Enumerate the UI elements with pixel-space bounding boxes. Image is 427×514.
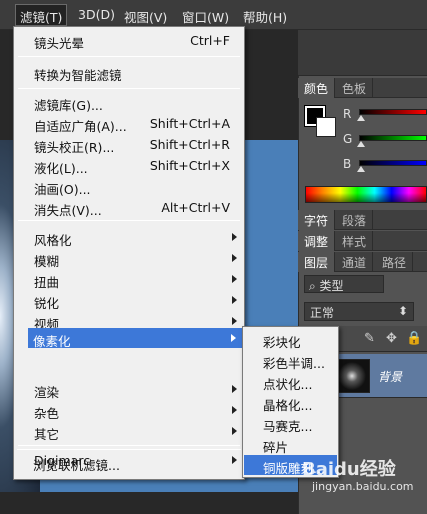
shortcut-last-filter: Ctrl+F bbox=[190, 33, 230, 48]
color-spectrum[interactable] bbox=[305, 186, 427, 203]
menu-separator bbox=[18, 88, 240, 89]
menu-item-blur[interactable]: 模糊 bbox=[34, 251, 59, 270]
tab-channels[interactable]: 通道 bbox=[336, 252, 374, 272]
panel-dock-strip bbox=[298, 30, 427, 76]
submenu-item-crystallize[interactable]: 晶格化... bbox=[263, 395, 312, 414]
filter-menu: 镜头光晕 Ctrl+F 转换为智能滤镜 滤镜库(G)... 自适应广角(A)..… bbox=[13, 26, 245, 480]
shortcut-adaptive-wide: Shift+Ctrl+A bbox=[149, 116, 230, 131]
submenu-arrow-icon bbox=[232, 296, 237, 304]
shortcut-lens-correction: Shift+Ctrl+R bbox=[149, 137, 230, 152]
submenu-arrow-icon bbox=[232, 233, 237, 241]
tab-styles[interactable]: 样式 bbox=[336, 231, 374, 251]
menu-item-last-filter[interactable]: 镜头光晕 bbox=[34, 33, 84, 52]
tab-adjustments[interactable]: 调整 bbox=[298, 231, 336, 251]
menu-separator bbox=[18, 56, 240, 57]
menu-separator bbox=[17, 449, 241, 450]
green-slider[interactable] bbox=[359, 135, 427, 141]
blend-mode-value: 正常 bbox=[310, 306, 335, 320]
menu-item-other[interactable]: 其它 bbox=[34, 424, 59, 443]
channel-r-label: R bbox=[343, 107, 352, 121]
submenu-item-color-halftone[interactable]: 彩色半调... bbox=[263, 353, 325, 372]
blue-slider-thumb[interactable] bbox=[357, 166, 365, 172]
submenu-item-pointillize[interactable]: 点状化... bbox=[263, 374, 312, 393]
tab-paragraph[interactable]: 段落 bbox=[336, 210, 374, 230]
red-slider[interactable] bbox=[359, 109, 427, 115]
adjust-tabs: 调整 样式 bbox=[298, 231, 427, 251]
menu-separator bbox=[18, 220, 240, 221]
menu-separator bbox=[18, 445, 240, 446]
tab-layers[interactable]: 图层 bbox=[298, 252, 336, 272]
watermark-url: jingyan.baidu.com bbox=[312, 480, 414, 493]
channel-b-label: B bbox=[343, 157, 352, 171]
layer-thumbnail bbox=[334, 359, 370, 393]
submenu-arrow-icon bbox=[232, 406, 237, 414]
tab-paths[interactable]: 路径 bbox=[376, 252, 414, 272]
menu-item-distort[interactable]: 扭曲 bbox=[34, 272, 59, 291]
menu-item-oil-paint[interactable]: 油画(O)... bbox=[34, 179, 91, 198]
menu-filter[interactable]: 滤镜(T) bbox=[15, 4, 68, 26]
menu-3d[interactable]: 3D(D) bbox=[78, 7, 115, 22]
menu-item-convert-smart[interactable]: 转换为智能滤镜 bbox=[34, 65, 122, 84]
blue-slider[interactable] bbox=[359, 160, 427, 166]
submenu-arrow-icon bbox=[231, 334, 236, 342]
character-tabs: 字符 段落 bbox=[298, 210, 427, 230]
brush-icon[interactable]: ✎ bbox=[364, 332, 375, 346]
lock-icon[interactable]: 🔒 bbox=[406, 332, 422, 346]
blend-mode-select[interactable]: 正常 ⬍ bbox=[304, 302, 414, 321]
watermark: Baidu经验 jingyan.baidu.com bbox=[302, 455, 422, 505]
menu-item-adaptive-wide[interactable]: 自适应广角(A)... bbox=[34, 116, 127, 135]
layer-name: 背景 bbox=[378, 370, 403, 384]
menu-item-browse-online[interactable]: 浏览联机滤镜... bbox=[33, 455, 120, 474]
search-icon: ⌕ bbox=[309, 279, 320, 293]
shortcut-liquify: Shift+Ctrl+X bbox=[149, 158, 230, 173]
green-slider-thumb[interactable] bbox=[357, 141, 365, 147]
menu-window[interactable]: 窗口(W) bbox=[182, 7, 229, 26]
channel-g-label: G bbox=[343, 132, 353, 146]
submenu-arrow-icon bbox=[232, 275, 237, 283]
tab-character[interactable]: 字符 bbox=[298, 210, 336, 230]
submenu-arrow-icon bbox=[232, 427, 237, 435]
submenu-item-mosaic[interactable]: 马赛克... bbox=[263, 416, 312, 435]
tab-swatches[interactable]: 色板 bbox=[336, 78, 374, 98]
menu-item-vanishing-point[interactable]: 消失点(V)... bbox=[34, 200, 102, 219]
shortcut-vanishing-point: Alt+Ctrl+V bbox=[161, 200, 230, 215]
menu-view[interactable]: 视图(V) bbox=[124, 7, 167, 26]
color-tabs: 颜色 色板 bbox=[298, 78, 427, 98]
menu-help[interactable]: 帮助(H) bbox=[243, 7, 287, 26]
watermark-logo: Baidu经验 bbox=[302, 459, 396, 480]
submenu-item-facet[interactable]: 彩块化 bbox=[263, 332, 301, 351]
submenu-item-fragment[interactable]: 碎片 bbox=[263, 437, 288, 456]
menu-item-noise[interactable]: 杂色 bbox=[34, 403, 59, 422]
layer-kind-filter[interactable]: ⌕ 类型 bbox=[304, 275, 384, 293]
menu-item-render[interactable]: 渲染 bbox=[34, 382, 59, 401]
move-icon[interactable]: ✥ bbox=[386, 332, 397, 346]
menu-item-stylize[interactable]: 风格化 bbox=[34, 230, 72, 249]
menu-item-liquify[interactable]: 液化(L)... bbox=[34, 158, 88, 177]
tab-color[interactable]: 颜色 bbox=[298, 78, 336, 98]
submenu-arrow-icon bbox=[232, 254, 237, 262]
kind-label: 类型 bbox=[319, 279, 344, 293]
background-color-swatch[interactable] bbox=[316, 117, 336, 137]
menu-item-pixelate[interactable]: 像素化 bbox=[33, 331, 71, 350]
red-slider-thumb[interactable] bbox=[357, 115, 365, 121]
submenu-arrow-icon bbox=[232, 385, 237, 393]
menu-item-sharpen[interactable]: 锐化 bbox=[34, 293, 59, 312]
menu-item-lens-correction[interactable]: 镜头校正(R)... bbox=[34, 137, 114, 156]
chevron-down-icon: ⬍ bbox=[397, 304, 408, 318]
submenu-arrow-icon bbox=[232, 456, 237, 464]
submenu-arrow-icon bbox=[232, 317, 237, 325]
menu-item-gallery[interactable]: 滤镜库(G)... bbox=[34, 95, 103, 114]
layers-tabs: 图层 通道 路径 bbox=[298, 252, 427, 272]
